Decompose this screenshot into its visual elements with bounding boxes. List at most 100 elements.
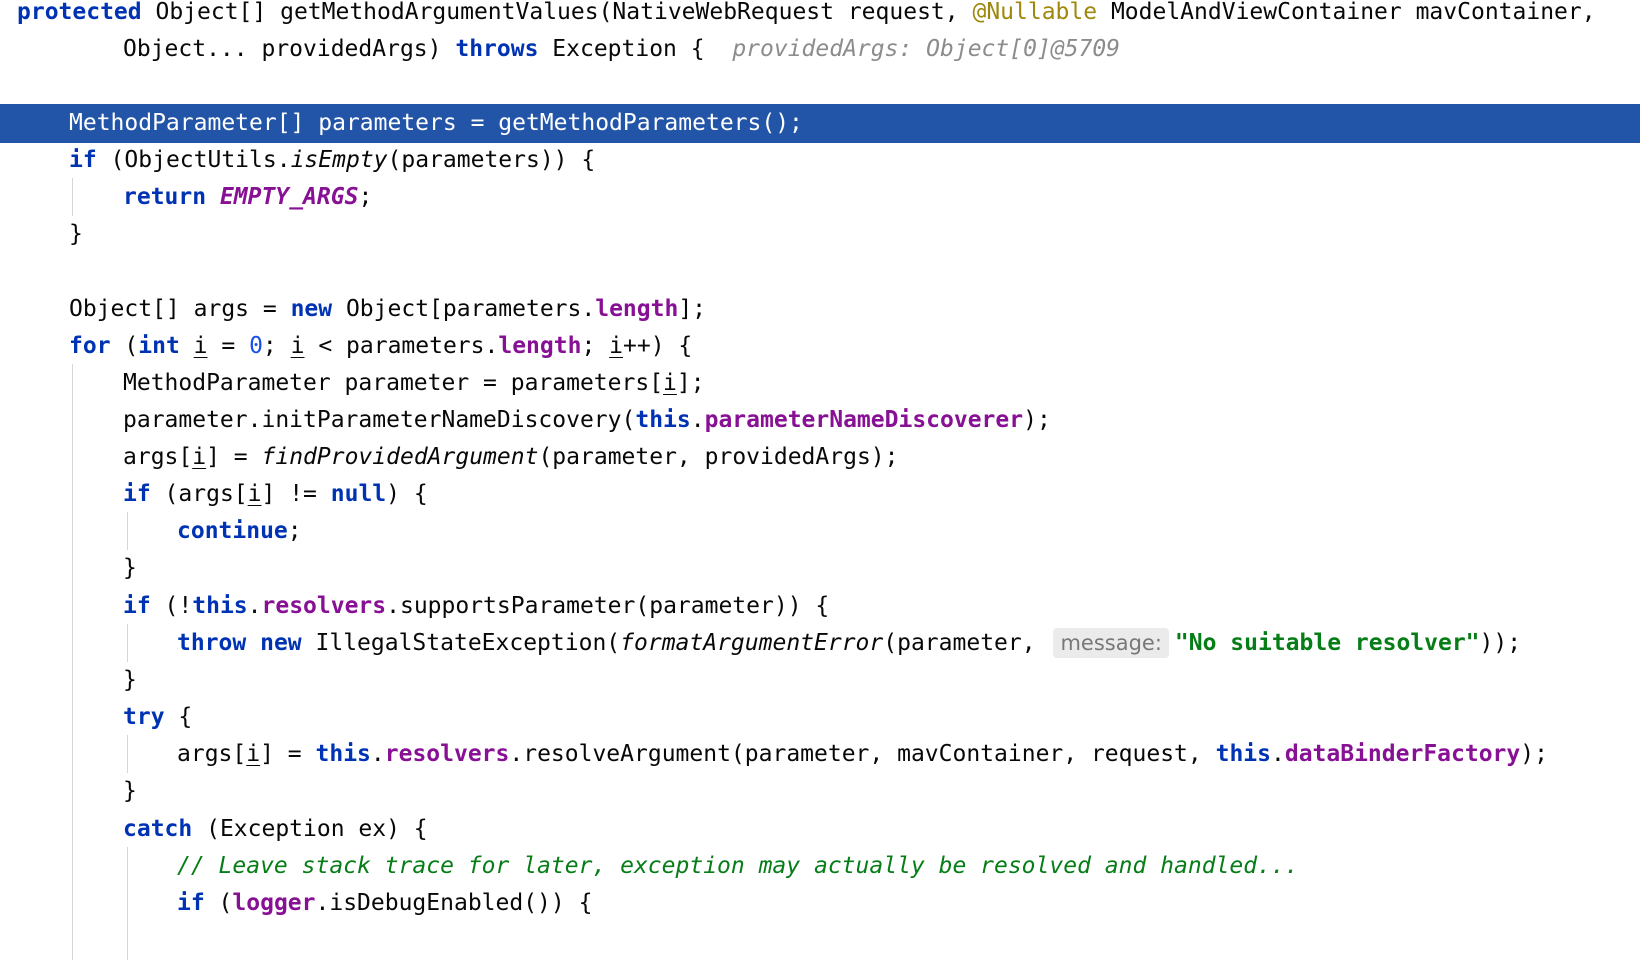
code-line[interactable]: continue; xyxy=(0,512,1646,551)
code-line[interactable]: if (!this.resolvers.supportsParameter(pa… xyxy=(0,587,1646,626)
code-line[interactable]: parameter.initParameterNameDiscovery(thi… xyxy=(0,401,1646,440)
code-text: parameter.initParameterNameDiscovery( xyxy=(123,407,636,433)
code-text: .resolveArgument(parameter, mavContainer… xyxy=(509,741,1216,767)
code-line[interactable]: return EMPTY_ARGS; xyxy=(0,178,1646,217)
code-text: Exception { xyxy=(538,36,733,62)
code-line[interactable]: Object... providedArgs) throws Exception… xyxy=(0,30,1646,69)
constant: EMPTY_ARGS xyxy=(219,184,359,210)
code-line[interactable]: protected Object[] getMethodArgumentValu… xyxy=(0,0,1646,32)
code-text: (args[ xyxy=(150,481,248,507)
static-method: formatArgumentError xyxy=(620,630,884,656)
code-text: . xyxy=(1270,741,1285,767)
code-text: ; xyxy=(581,333,610,359)
code-text: IllegalStateException( xyxy=(301,630,621,656)
code-line[interactable]: // Leave stack trace for later, exceptio… xyxy=(0,847,1646,886)
field: length xyxy=(498,333,582,359)
code-text: ] = xyxy=(206,444,262,470)
keyword: throws xyxy=(455,36,539,62)
keyword: for xyxy=(69,333,111,359)
debug-inline-value-hint: providedArgs: Object[0]@5709 xyxy=(732,36,1121,62)
code-text: .isDebugEnabled()) { xyxy=(315,890,593,916)
code-line[interactable]: if (logger.isDebugEnabled()) { xyxy=(0,884,1646,923)
keyword: catch xyxy=(123,816,193,842)
code-text: } xyxy=(123,555,137,581)
keyword: this xyxy=(635,407,691,433)
keyword: protected xyxy=(17,0,142,25)
code-text: (parameters)) { xyxy=(387,147,596,173)
code-text: (ObjectUtils. xyxy=(96,147,291,173)
code-text: ( xyxy=(110,333,139,359)
field: logger xyxy=(232,890,316,916)
code-line[interactable]: for (int i = 0; i < parameters.length; i… xyxy=(0,327,1646,366)
mutable-variable: i xyxy=(609,333,624,359)
code-text: args[ xyxy=(123,444,193,470)
string-literal: "No suitable resolver" xyxy=(1174,630,1480,656)
code-text: (parameter, xyxy=(883,630,1050,656)
code-text: ++) { xyxy=(623,333,693,359)
keyword: try xyxy=(123,704,165,730)
code-text: ] != xyxy=(261,481,331,507)
field: parameterNameDiscoverer xyxy=(704,407,1024,433)
mutable-variable: i xyxy=(247,481,262,507)
code-line[interactable]: if (args[i] != null) { xyxy=(0,475,1646,514)
current-execution-line[interactable]: MethodParameter[] parameters = getMethod… xyxy=(0,104,1646,143)
code-editor[interactable]: protected Object[] getMethodArgumentValu… xyxy=(0,0,1646,960)
code-text: ; xyxy=(287,518,302,544)
code-text: args[ xyxy=(177,741,247,767)
code-line[interactable]: MethodParameter parameter = parameters[i… xyxy=(0,364,1646,403)
code-text: . xyxy=(247,593,262,619)
code-text: ; xyxy=(262,333,291,359)
keyword: continue xyxy=(177,518,288,544)
code-line[interactable]: try { xyxy=(0,698,1646,737)
field: dataBinderFactory xyxy=(1284,741,1521,767)
code-text: ]; xyxy=(676,370,705,396)
code-text: (! xyxy=(150,593,193,619)
code-text: } xyxy=(123,667,137,693)
number-literal: 0 xyxy=(249,333,263,359)
code-line[interactable]: Object[] args = new Object[parameters.le… xyxy=(0,290,1646,329)
code-comment: // Leave stack trace for later, exceptio… xyxy=(177,853,1299,879)
field: length xyxy=(595,296,679,322)
keyword: new xyxy=(260,630,302,656)
parameter-name-hint: message: xyxy=(1053,628,1169,658)
code-line[interactable]: } xyxy=(0,772,1646,811)
code-text: ); xyxy=(1520,741,1548,767)
code-text: (Exception ex) { xyxy=(192,816,428,842)
code-text: . xyxy=(370,741,385,767)
keyword: new xyxy=(290,296,333,322)
code-text: Object[parameters. xyxy=(332,296,596,322)
field: resolvers xyxy=(384,741,510,767)
code-line[interactable]: if (ObjectUtils.isEmpty(parameters)) { xyxy=(0,141,1646,180)
field: resolvers xyxy=(261,593,387,619)
code-line[interactable]: throw new IllegalStateException(formatAr… xyxy=(0,624,1646,663)
code-line[interactable]: } xyxy=(0,549,1646,588)
code-line[interactable]: args[i] = this.resolvers.resolveArgument… xyxy=(0,735,1646,774)
code-text: ModelAndViewContainer mavContainer, xyxy=(1097,0,1596,25)
code-text: MethodParameter[] parameters = getMethod… xyxy=(69,110,803,136)
keyword: null xyxy=(330,481,387,507)
keyword: if xyxy=(177,890,205,916)
code-text: .supportsParameter(parameter)) { xyxy=(386,593,830,619)
code-text: )); xyxy=(1479,630,1522,656)
keyword: return xyxy=(123,184,207,210)
code-line[interactable]: } xyxy=(0,661,1646,700)
code-text: Object[] getMethodArgumentValues(NativeW… xyxy=(141,0,973,25)
static-method: isEmpty xyxy=(290,147,388,173)
keyword: if xyxy=(123,593,151,619)
mutable-variable: i xyxy=(193,333,208,359)
code-text: Object[] args = xyxy=(69,296,291,322)
code-text: ] = xyxy=(260,741,316,767)
code-text: ) { xyxy=(386,481,428,507)
code-text: (parameter, providedArgs); xyxy=(538,444,899,470)
code-line[interactable]: args[i] = findProvidedArgument(parameter… xyxy=(0,438,1646,477)
code-text: < parameters. xyxy=(304,333,499,359)
code-line[interactable]: catch (Exception ex) { xyxy=(0,810,1646,849)
mutable-variable: i xyxy=(192,444,207,470)
code-text: ); xyxy=(1023,407,1051,433)
code-line[interactable]: } xyxy=(0,215,1646,254)
code-text: } xyxy=(123,778,137,804)
code-text: ; xyxy=(358,184,373,210)
